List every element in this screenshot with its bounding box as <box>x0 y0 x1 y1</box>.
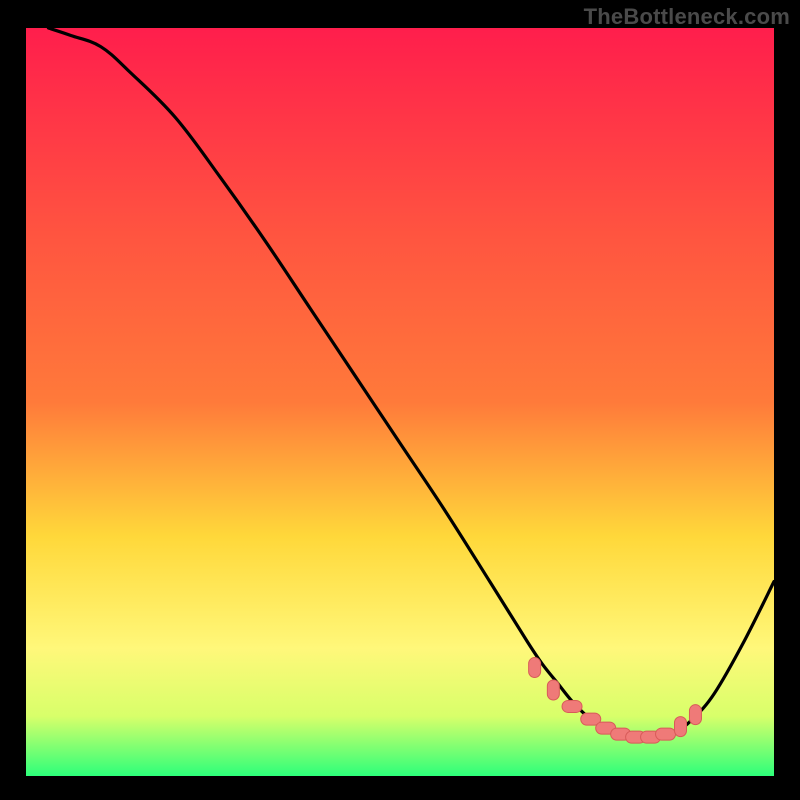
watermark-text: TheBottleneck.com <box>584 4 790 30</box>
chart-root: TheBottleneck.com <box>0 0 800 800</box>
marker-pill <box>656 728 676 740</box>
gradient-bg <box>26 28 774 776</box>
marker-pill <box>689 705 701 725</box>
marker-pill <box>562 700 582 712</box>
marker-pill <box>675 717 687 737</box>
chart-svg <box>26 28 774 776</box>
plot-frame <box>26 28 774 776</box>
marker-pill <box>529 658 541 678</box>
marker-pill <box>547 680 559 700</box>
